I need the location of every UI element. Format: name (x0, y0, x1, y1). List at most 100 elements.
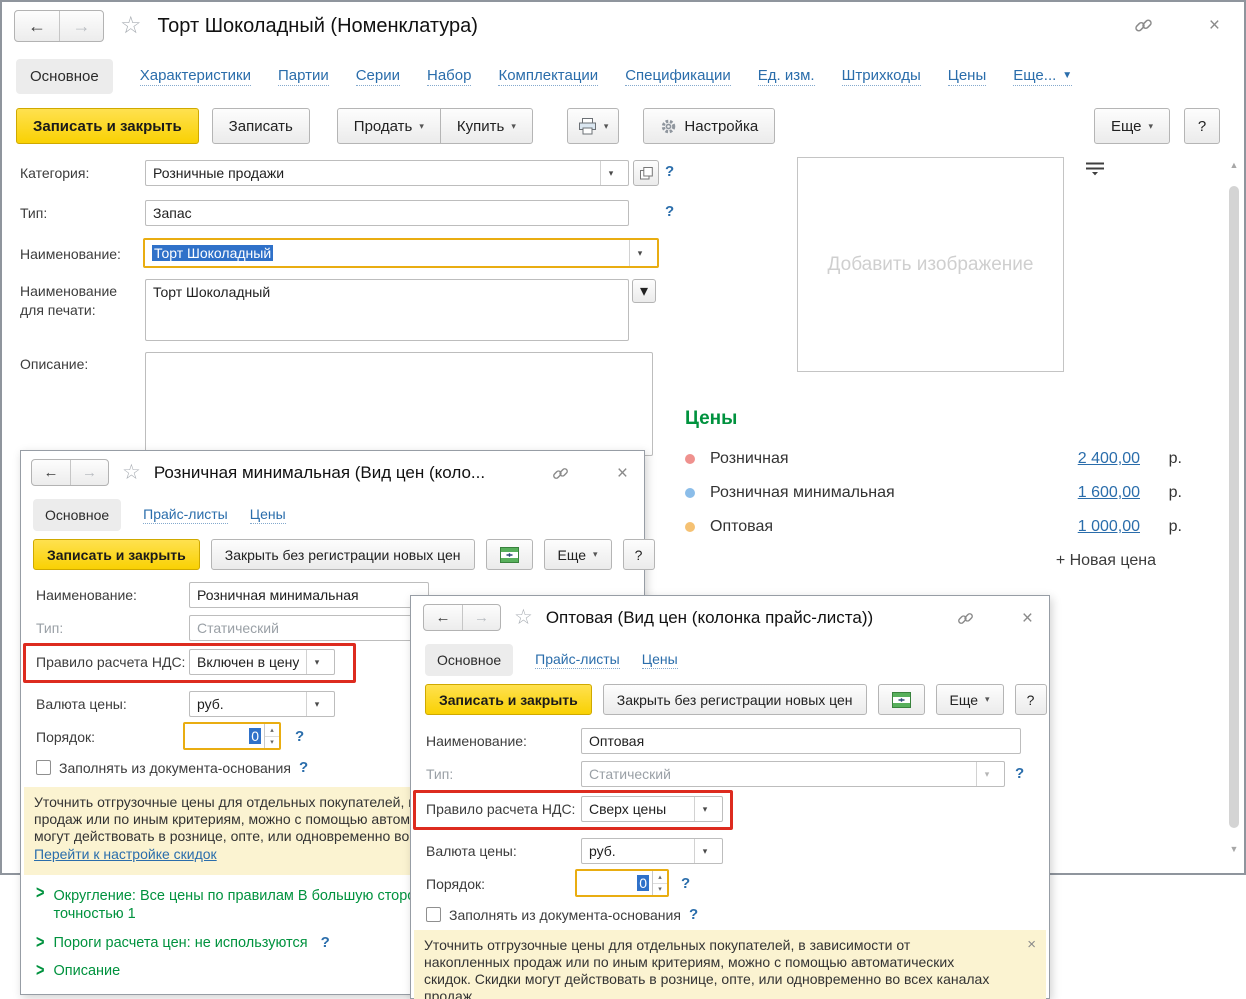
print-name-textarea[interactable]: Торт Шоколадный (145, 279, 629, 341)
sell-button[interactable]: Продать▾ (337, 108, 441, 144)
infobox-close-icon[interactable]: × (1027, 936, 1036, 953)
get-link-icon[interactable] (552, 465, 569, 482)
forward-button[interactable]: → (59, 11, 103, 41)
more-button[interactable]: Еще▾ (1094, 108, 1170, 144)
dropdown-arrow-icon[interactable]: ▾ (306, 650, 327, 674)
dropdown-arrow-icon[interactable]: ▾ (694, 797, 715, 821)
tab-price-lists[interactable]: Прайс-листы (143, 506, 228, 524)
price-list-button[interactable] (878, 684, 925, 715)
close-dialog-icon[interactable]: × (1022, 609, 1033, 628)
add-new-price-link[interactable]: + Новая цена (685, 552, 1182, 570)
more-button[interactable]: Еще▾ (544, 539, 612, 570)
main-scrollbar[interactable]: ▲ ▼ (1227, 158, 1241, 864)
tab-prices[interactable]: Цены (642, 651, 678, 669)
expander-description[interactable]: > Описание (36, 962, 120, 980)
scroll-up-icon[interactable]: ▲ (1227, 158, 1241, 172)
category-input[interactable]: Розничные продажи ▾ (145, 160, 629, 186)
scrollbar-thumb[interactable] (1229, 186, 1239, 828)
tab-prices[interactable]: Цены (948, 67, 987, 86)
tab-main[interactable]: Основное (33, 499, 121, 531)
dropdown-arrow-icon[interactable]: ▾ (306, 692, 327, 716)
open-category-button[interactable] (633, 160, 659, 186)
currency-select[interactable]: руб. ▾ (189, 691, 335, 717)
tab-price-lists[interactable]: Прайс-листы (535, 651, 620, 669)
save-and-close-button[interactable]: Записать и закрыть (425, 684, 592, 715)
buy-button[interactable]: Купить▾ (440, 108, 533, 144)
description-textarea[interactable] (145, 352, 653, 456)
order-spinner[interactable]: 0 ▴ ▾ (575, 869, 669, 897)
close-dialog-icon[interactable]: × (617, 464, 628, 483)
tab-more[interactable]: Еще... ▼ (1013, 67, 1072, 86)
vat-rule-select[interactable]: Включен в цену ▾ (189, 649, 335, 675)
price-value-link[interactable]: 2 400,00 (1078, 450, 1140, 468)
save-and-close-button[interactable]: Записать и закрыть (16, 108, 199, 144)
window-menu-icon[interactable] (994, 610, 1002, 628)
favorite-star-icon[interactable]: ☆ (122, 462, 141, 483)
name-input[interactable]: Торт Шоколадный ▾ (145, 240, 657, 266)
go-to-discounts-link[interactable]: Перейти к настройке скидок (34, 846, 217, 863)
spin-up-icon[interactable]: ▴ (653, 871, 667, 884)
spin-down-icon[interactable]: ▾ (653, 884, 667, 896)
price-list-button[interactable] (486, 539, 533, 570)
type-input[interactable]: Статический (189, 615, 429, 641)
spin-up-icon[interactable]: ▴ (265, 724, 279, 737)
tab-main[interactable]: Основное (16, 59, 113, 94)
currency-select[interactable]: руб. ▾ (581, 838, 723, 864)
save-and-close-button[interactable]: Записать и закрыть (33, 539, 200, 570)
type-input[interactable]: Статический ▾ (581, 761, 1005, 787)
order-help-icon[interactable]: ? (681, 875, 690, 892)
dropdown-arrow-icon[interactable]: ▾ (694, 839, 715, 863)
back-button[interactable]: ← (424, 605, 462, 630)
vat-rule-select[interactable]: Сверх цены ▾ (581, 796, 723, 822)
tab-series[interactable]: Серии (356, 67, 400, 86)
close-without-registration-button[interactable]: Закрыть без регистрации новых цен (211, 539, 475, 570)
help-button[interactable]: ? (623, 539, 655, 570)
fill-from-document-help-icon[interactable]: ? (299, 759, 308, 776)
close-without-registration-button[interactable]: Закрыть без регистрации новых цен (603, 684, 867, 715)
scroll-down-icon[interactable]: ▼ (1227, 842, 1241, 856)
print-button[interactable]: ▾ (567, 108, 620, 144)
window-menu-icon[interactable] (1177, 17, 1185, 35)
tab-specifications[interactable]: Спецификации (625, 67, 731, 86)
window-menu-icon[interactable] (589, 465, 597, 483)
type-input[interactable]: Запас (145, 200, 629, 226)
dropdown-arrow-icon[interactable]: ▾ (976, 762, 997, 786)
category-help-icon[interactable]: ? (665, 163, 674, 180)
fill-from-document-checkbox[interactable] (36, 760, 51, 775)
fill-from-document-help-icon[interactable]: ? (689, 906, 698, 923)
tab-prices[interactable]: Цены (250, 506, 286, 524)
print-name-dropdown-button[interactable]: ▾ (632, 279, 656, 303)
help-button[interactable]: ? (1015, 684, 1047, 715)
collapse-panel-icon[interactable] (1084, 160, 1106, 182)
thresholds-help-icon[interactable]: ? (321, 934, 330, 952)
tab-barcodes[interactable]: Штрихкоды (842, 67, 921, 86)
dropdown-arrow-icon[interactable]: ▾ (629, 240, 650, 266)
dropdown-arrow-icon[interactable]: ▾ (600, 161, 621, 185)
close-window-icon[interactable]: × (1209, 16, 1220, 35)
forward-button[interactable]: → (70, 460, 108, 485)
order-help-icon[interactable]: ? (295, 728, 304, 745)
tab-batches[interactable]: Партии (278, 67, 329, 86)
order-spinner[interactable]: 0 ▴ ▾ (183, 722, 281, 750)
more-button[interactable]: Еще▾ (936, 684, 1004, 715)
favorite-star-icon[interactable]: ☆ (514, 607, 533, 628)
get-link-icon[interactable] (957, 610, 974, 627)
product-image-dropzone[interactable]: Добавить изображение (797, 157, 1064, 372)
back-button[interactable]: ← (32, 460, 70, 485)
type-help-icon[interactable]: ? (665, 203, 674, 220)
expander-price-thresholds[interactable]: > Пороги расчета цен: не используются ? (36, 934, 330, 952)
get-link-icon[interactable] (1134, 16, 1153, 35)
tab-kitting[interactable]: Комплектации (498, 67, 598, 86)
tab-set[interactable]: Набор (427, 67, 471, 86)
price-value-link[interactable]: 1 600,00 (1078, 484, 1140, 502)
tab-main[interactable]: Основное (425, 644, 513, 676)
tab-characteristics[interactable]: Характеристики (140, 67, 251, 86)
type-help-icon[interactable]: ? (1015, 765, 1024, 782)
help-button[interactable]: ? (1184, 108, 1220, 144)
spin-down-icon[interactable]: ▾ (265, 737, 279, 749)
fill-from-document-checkbox[interactable] (426, 907, 441, 922)
settings-button[interactable]: Настройка (643, 108, 775, 144)
tab-units[interactable]: Ед. изм. (758, 67, 815, 86)
forward-button[interactable]: → (462, 605, 500, 630)
favorite-star-icon[interactable]: ☆ (120, 14, 142, 38)
